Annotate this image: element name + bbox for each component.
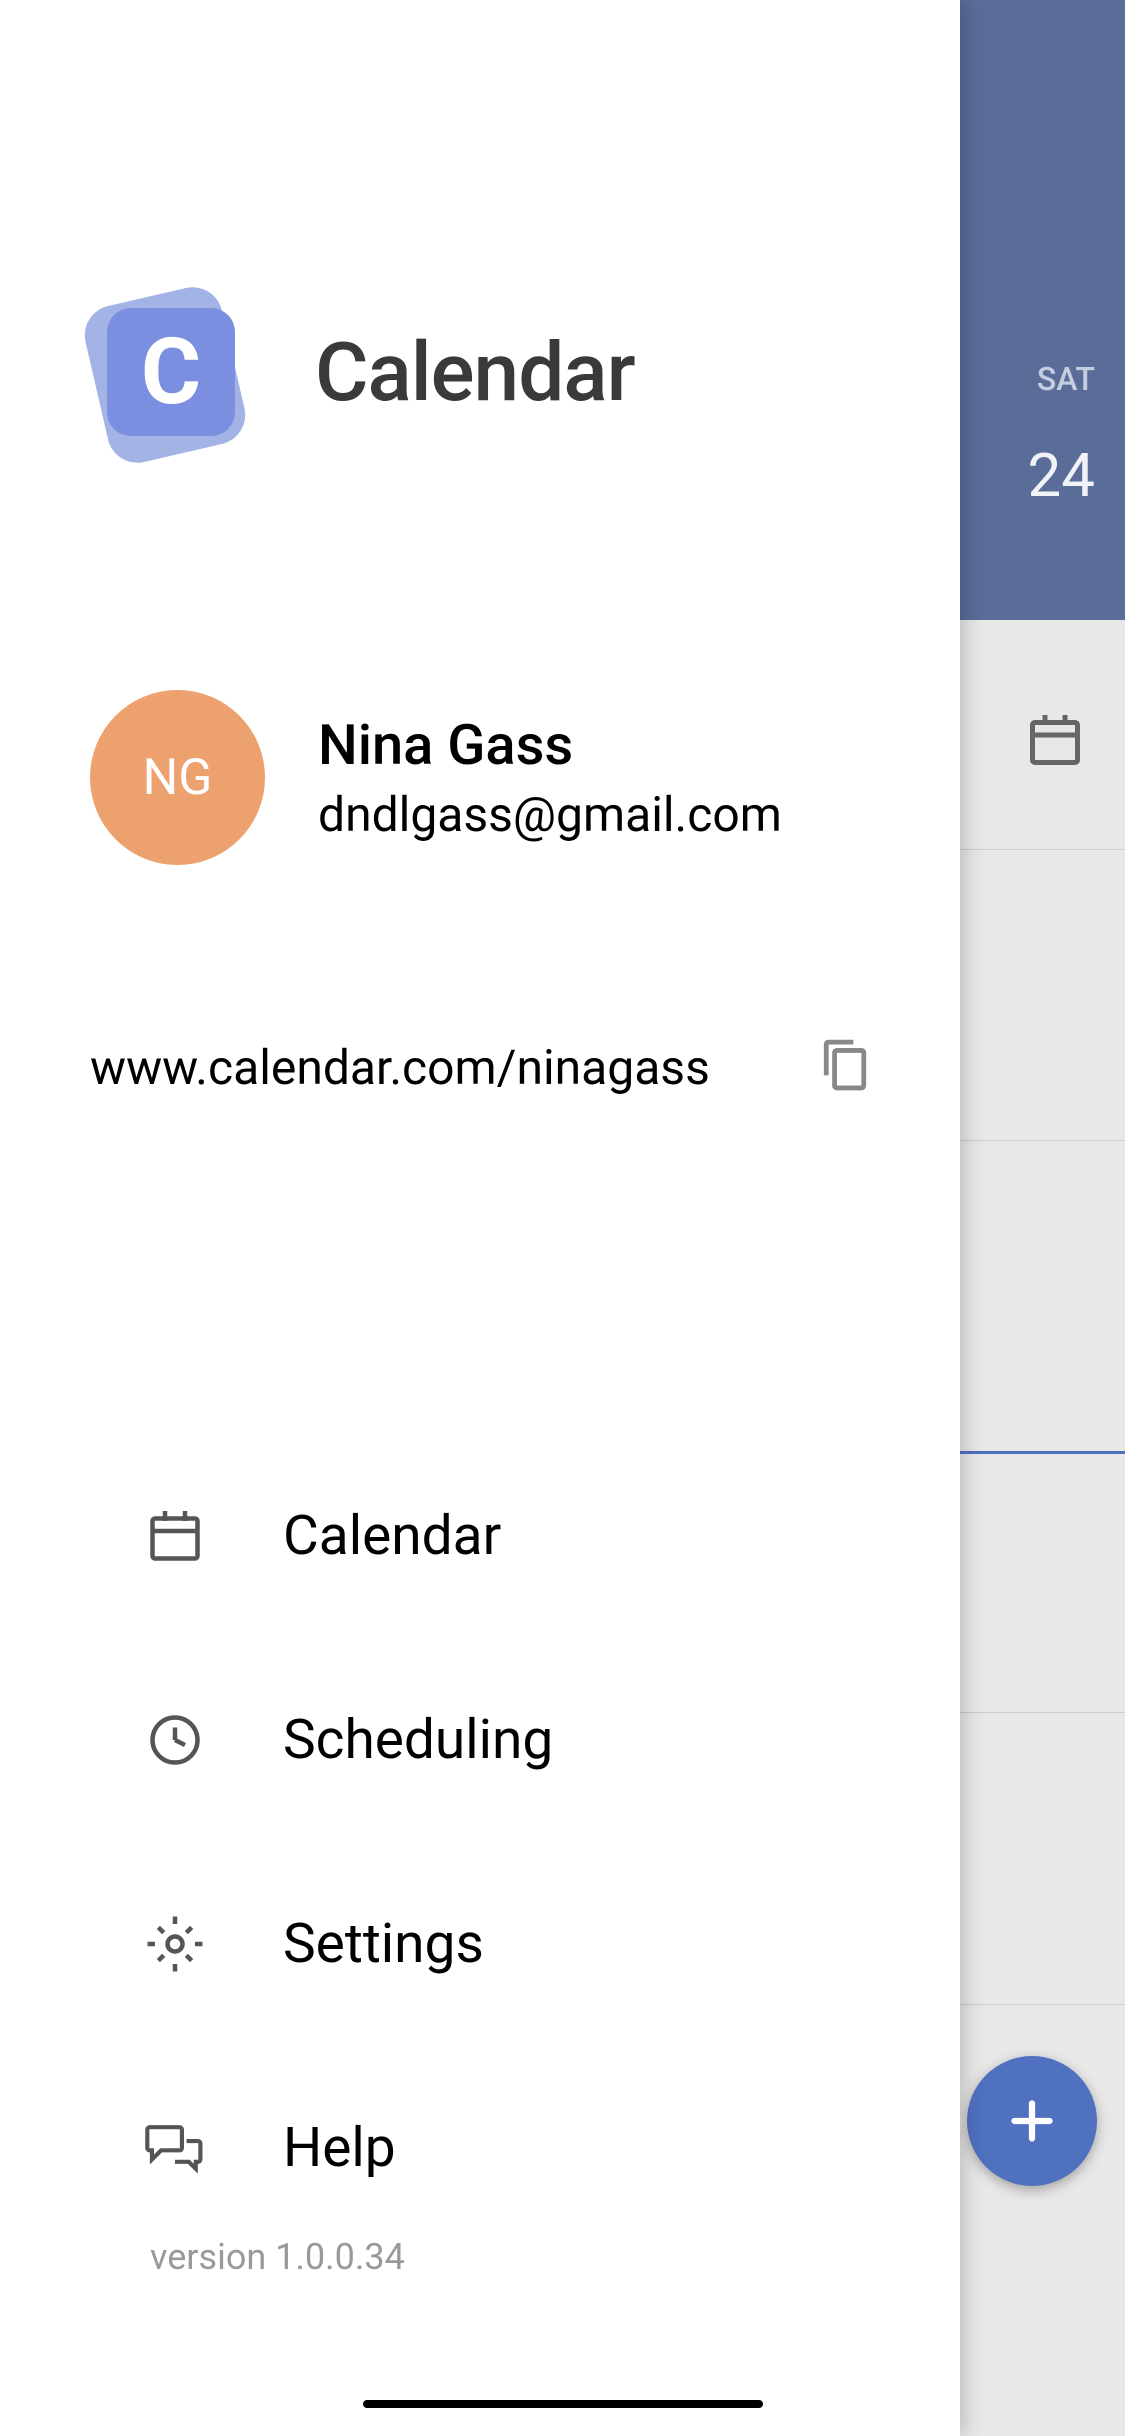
avatar: NG bbox=[90, 690, 265, 865]
nav-label: Calendar bbox=[283, 1504, 501, 1568]
calendar-view-icon bbox=[1025, 710, 1085, 774]
nav-menu: Calendar Scheduling Settings bbox=[90, 1504, 870, 2180]
nav-item-scheduling[interactable]: Scheduling bbox=[145, 1708, 870, 1772]
day-of-week-label: SAT bbox=[1037, 360, 1095, 398]
copy-icon[interactable] bbox=[820, 1035, 870, 1099]
nav-item-settings[interactable]: Settings bbox=[145, 1912, 870, 1976]
calendar-icon bbox=[145, 1506, 205, 1566]
day-number: 24 bbox=[1028, 440, 1095, 511]
profile-email: dndlgass@gmail.com bbox=[318, 786, 782, 843]
profile-info: Nina Gass dndlgass@gmail.com bbox=[318, 712, 782, 843]
add-event-button[interactable] bbox=[967, 2056, 1097, 2186]
nav-label: Scheduling bbox=[283, 1708, 553, 1772]
gear-icon bbox=[145, 1914, 205, 1974]
share-url: www.calendar.com/ninagass bbox=[90, 1039, 710, 1096]
app-name: Calendar bbox=[315, 325, 635, 421]
clock-icon bbox=[145, 1710, 205, 1770]
home-indicator[interactable] bbox=[363, 2400, 763, 2408]
share-link-row: www.calendar.com/ninagass bbox=[90, 1035, 870, 1099]
chat-icon bbox=[145, 2118, 205, 2178]
app-brand: C Calendar bbox=[90, 295, 870, 450]
nav-label: Help bbox=[283, 2116, 396, 2180]
profile-name: Nina Gass bbox=[318, 712, 782, 778]
app-logo-icon: C bbox=[90, 295, 245, 450]
nav-label: Settings bbox=[283, 1912, 484, 1976]
nav-item-calendar[interactable]: Calendar bbox=[145, 1504, 870, 1568]
avatar-initials: NG bbox=[143, 749, 213, 807]
navigation-drawer: C Calendar NG Nina Gass dndlgass@gmail.c… bbox=[0, 0, 960, 2436]
nav-item-help[interactable]: Help bbox=[145, 2116, 870, 2180]
profile-section[interactable]: NG Nina Gass dndlgass@gmail.com bbox=[90, 690, 870, 865]
version-label: version 1.0.0.34 bbox=[150, 2236, 405, 2278]
